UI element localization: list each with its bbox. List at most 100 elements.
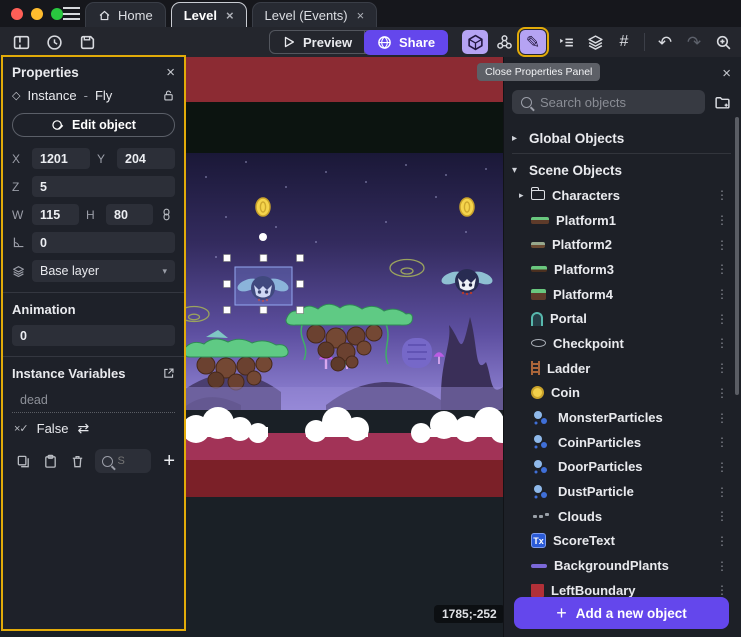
row-menu-icon[interactable]: ⋮ [713, 188, 731, 202]
row-menu-icon[interactable]: ⋮ [713, 238, 731, 252]
row-menu-icon[interactable]: ⋮ [713, 509, 731, 523]
objects-search-input[interactable] [540, 95, 696, 110]
panels-icon[interactable] [8, 30, 34, 54]
zoom-in-icon[interactable] [710, 30, 736, 54]
object-row[interactable]: Platform1 ⋮ [512, 208, 731, 233]
instances-list-icon[interactable] [553, 30, 579, 54]
objects-search[interactable] [512, 90, 705, 114]
row-menu-icon[interactable]: ⋮ [713, 287, 731, 301]
scrollbar[interactable] [735, 117, 739, 395]
scene-editor-canvas[interactable]: 1785;-252 [186, 57, 503, 637]
variables-search[interactable] [95, 449, 151, 473]
object-row[interactable]: Portal ⋮ [512, 306, 731, 331]
row-menu-icon[interactable]: ⋮ [713, 460, 731, 474]
object-row[interactable]: BackgroundPlants ⋮ [512, 553, 731, 578]
x-input[interactable] [32, 148, 90, 169]
width-input[interactable] [32, 204, 79, 225]
close-tab-icon[interactable]: × [226, 8, 234, 23]
row-menu-icon[interactable]: ⋮ [713, 485, 731, 499]
particles-thumbnail-icon [531, 484, 551, 500]
variable-name[interactable]: dead [12, 389, 175, 413]
search-icon [521, 97, 532, 108]
toggle-value-icon[interactable]: ⇄ [77, 420, 89, 437]
unlock-icon[interactable] [162, 89, 175, 102]
app-window: Home Level × Level (Events) × Preview ▾ [0, 0, 741, 637]
row-menu-icon[interactable]: ⋮ [713, 336, 731, 350]
coin-object[interactable] [256, 198, 270, 216]
angle-input[interactable] [32, 232, 175, 253]
global-objects-group[interactable]: ▸ Global Objects [512, 125, 731, 151]
expand-caret-icon[interactable]: ▸ [519, 190, 531, 201]
animation-input[interactable] [12, 325, 175, 346]
object-row[interactable]: Platform3 ⋮ [512, 257, 731, 282]
row-menu-icon[interactable]: ⋮ [713, 262, 731, 276]
object-row[interactable]: ScoreText ⋮ [512, 529, 731, 554]
collapse-caret-icon[interactable]: ▾ [512, 165, 520, 176]
toolbar-divider [644, 33, 645, 51]
grid-icon[interactable]: # [611, 30, 637, 54]
history-icon[interactable] [41, 30, 67, 54]
row-menu-icon[interactable]: ⋮ [713, 583, 731, 597]
row-menu-icon[interactable]: ⋮ [713, 386, 731, 400]
close-tab-icon[interactable]: × [357, 8, 365, 23]
row-menu-icon[interactable]: ⋮ [713, 534, 731, 548]
object-row[interactable]: Checkpoint ⋮ [512, 331, 731, 356]
object-row[interactable]: DustParticle ⋮ [512, 479, 731, 504]
close-properties-panel-icon[interactable]: × [166, 65, 175, 80]
edit-object-button[interactable]: Edit object [12, 113, 175, 137]
object-row[interactable]: CoinParticles ⋮ [512, 430, 731, 455]
close-window-icon[interactable] [11, 8, 23, 20]
height-input[interactable] [106, 204, 153, 225]
minimize-window-icon[interactable] [31, 8, 43, 20]
coin-object[interactable] [460, 198, 474, 216]
object-row[interactable]: Clouds ⋮ [512, 504, 731, 529]
instances-editor-icon[interactable] [462, 30, 488, 54]
lock-ratio-icon[interactable] [160, 207, 175, 222]
close-objects-panel-icon[interactable]: × [722, 66, 731, 81]
share-button[interactable]: Share [364, 30, 448, 55]
folder-icon [531, 190, 545, 200]
row-menu-icon[interactable]: ⋮ [713, 411, 731, 425]
object-row[interactable]: Platform2 ⋮ [512, 232, 731, 257]
copy-icon[interactable] [12, 450, 35, 472]
object-row[interactable]: Platform4 ⋮ [512, 282, 731, 307]
tab-home[interactable]: Home [85, 2, 166, 27]
variables-search-input[interactable] [117, 455, 137, 467]
add-new-object-button[interactable]: + Add a new object [514, 597, 729, 629]
z-input[interactable] [32, 176, 175, 197]
object-row[interactable]: Coin ⋮ [512, 381, 731, 406]
paste-icon[interactable] [39, 450, 62, 472]
delete-variable-icon[interactable] [66, 450, 89, 472]
window-controls [11, 8, 63, 20]
object-row[interactable]: DoorParticles ⋮ [512, 455, 731, 480]
object-row[interactable]: ▸ Characters ⋮ [512, 183, 731, 208]
rotation-handle[interactable] [259, 233, 267, 241]
variable-value[interactable]: False [37, 421, 69, 436]
row-menu-icon[interactable]: ⋮ [713, 312, 731, 326]
object-groups-icon[interactable] [491, 30, 517, 54]
tab-level[interactable]: Level × [171, 2, 247, 27]
undo-icon[interactable]: ↶ [652, 30, 678, 54]
row-menu-icon[interactable]: ⋮ [713, 213, 731, 227]
row-menu-icon[interactable]: ⋮ [713, 559, 731, 573]
clouds-thumbnail-icon [531, 508, 551, 524]
tab-level-events[interactable]: Level (Events) × [252, 2, 378, 27]
properties-panel-icon[interactable]: ✎ [520, 30, 546, 54]
menu-icon[interactable] [63, 7, 80, 20]
open-variables-icon[interactable] [162, 367, 175, 380]
y-input[interactable] [117, 148, 175, 169]
save-icon[interactable] [74, 30, 100, 54]
object-row[interactable]: Ladder ⋮ [512, 356, 731, 381]
maximize-window-icon[interactable] [51, 8, 63, 20]
object-row[interactable]: MonsterParticles ⋮ [512, 405, 731, 430]
layers-icon[interactable] [582, 30, 608, 54]
collapse-caret-icon[interactable]: ▸ [512, 133, 520, 144]
add-folder-icon[interactable] [714, 94, 731, 111]
add-variable-icon[interactable]: + [163, 450, 175, 473]
section-divider [3, 356, 184, 357]
scene-objects-group[interactable]: ▾ Scene Objects [512, 157, 731, 183]
row-menu-icon[interactable]: ⋮ [713, 435, 731, 449]
instance-icon: ◇ [12, 89, 20, 102]
row-menu-icon[interactable]: ⋮ [713, 361, 731, 375]
layer-select[interactable]: Base layer ▾ [32, 260, 175, 282]
